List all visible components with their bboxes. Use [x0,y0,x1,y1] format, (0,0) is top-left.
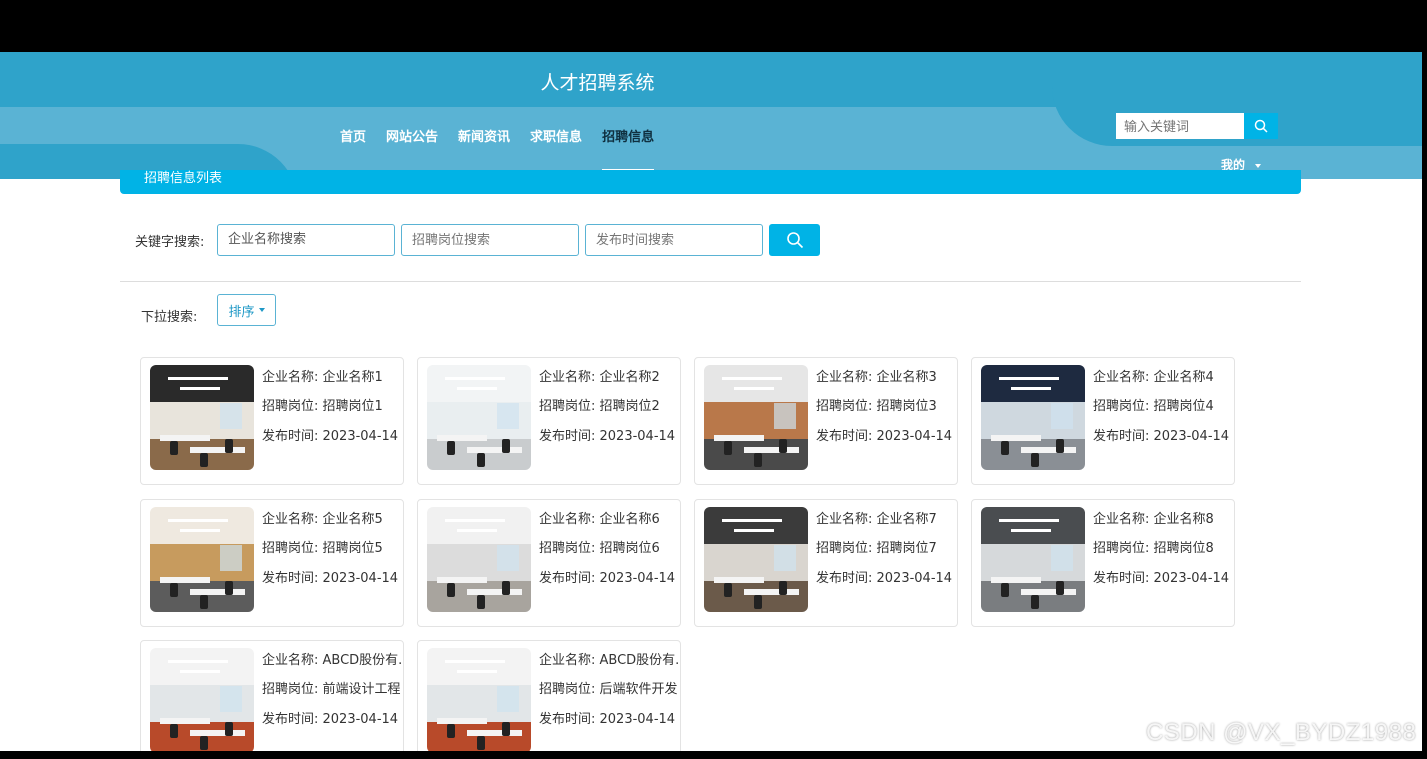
section-title-bar: 招聘信息列表 [120,170,1301,194]
nav-job-seeking[interactable]: 求职信息 [530,126,582,161]
job-position: 招聘岗位: 招聘岗位6 [539,541,660,556]
sort-label: 排序 [228,304,255,320]
office-photo [704,365,808,470]
nav-news[interactable]: 新闻资讯 [458,126,510,161]
office-photo [427,648,531,751]
company-name: 企业名称: ABCD股份有. [539,653,680,668]
office-photo [150,365,254,470]
recruitment-card[interactable]: 企业名称: 企业名称7 招聘岗位: 招聘岗位7 发布时间: 2023-04-14 [694,499,958,627]
site-title: 人才招聘系统 [540,72,655,94]
recruitment-card[interactable]: 企业名称: 企业名称2 招聘岗位: 招聘岗位2 发布时间: 2023-04-14 [417,357,681,485]
bottom-black-bar [0,751,1427,759]
recruitment-card[interactable]: 企业名称: 企业名称1 招聘岗位: 招聘岗位1 发布时间: 2023-04-14 [140,357,404,485]
recruitment-card[interactable]: 企业名称: 企业名称4 招聘岗位: 招聘岗位4 发布时间: 2023-04-14 [971,357,1235,485]
main-nav: 首页 网站公告 新闻资讯 求职信息 招聘信息 [330,126,664,171]
search-icon [1254,119,1268,133]
publish-date: 发布时间: 2023-04-14 [539,429,676,444]
company-name: 企业名称: 企业名称3 [816,370,937,385]
nav-announcements[interactable]: 网站公告 [386,126,438,161]
recruitment-card[interactable]: 企业名称: ABCD股份有. 招聘岗位: 前端设计工程 发布时间: 2023-04-… [140,640,404,751]
page: 人才招聘系统 首页 网站公告 新闻资讯 求职信息 招聘信息 我的 招聘信息列表 … [0,52,1422,751]
job-position: 招聘岗位: 招聘岗位1 [262,399,383,414]
publish-date: 发布时间: 2023-04-14 [262,429,399,444]
company-name: 企业名称: 企业名称4 [1093,370,1214,385]
company-name: 企业名称: 企业名称8 [1093,512,1214,527]
office-photo [150,648,254,751]
office-photo [427,507,531,612]
publish-date: 发布时间: 2023-04-14 [816,429,953,444]
job-position: 招聘岗位: 招聘岗位2 [539,399,660,414]
office-photo [427,365,531,470]
recruitment-card[interactable]: 企业名称: 企业名称6 招聘岗位: 招聘岗位6 发布时间: 2023-04-14 [417,499,681,627]
job-position: 招聘岗位: 招聘岗位5 [262,541,383,556]
caret-down-icon [1255,163,1262,168]
search-icon [786,232,803,249]
recruitment-card[interactable]: 企业名称: 企业名称3 招聘岗位: 招聘岗位3 发布时间: 2023-04-14 [694,357,958,485]
header-search-input[interactable] [1116,113,1244,139]
job-position: 招聘岗位: 招聘岗位8 [1093,541,1214,556]
nav-home[interactable]: 首页 [340,126,366,161]
publish-date: 发布时间: 2023-04-14 [1093,429,1230,444]
watermark: CSDN @VX_BYDZ1988 [1146,719,1417,746]
publish-date: 发布时间: 2023-04-14 [262,571,399,586]
job-position: 招聘岗位: 前端设计工程 [262,682,401,697]
sort-dropdown-button[interactable]: 排序 [217,294,276,326]
site-header: 人才招聘系统 首页 网站公告 新闻资讯 求职信息 招聘信息 我的 [0,52,1422,179]
company-name: 企业名称: 企业名称6 [539,512,660,527]
company-name: 企业名称: ABCD股份有. [262,653,403,668]
dropdown-search-label: 下拉搜索: [141,310,198,325]
date-search-input[interactable] [585,224,763,256]
office-photo [704,507,808,612]
recruitment-card[interactable]: 企业名称: ABCD股份有. 招聘岗位: 后端软件开发 发布时间: 2023-04-… [417,640,681,751]
job-position: 招聘岗位: 招聘岗位7 [816,541,937,556]
publish-date: 发布时间: 2023-04-14 [816,571,953,586]
office-photo [981,365,1085,470]
keyword-search-label: 关键字搜索: [135,235,205,250]
office-photo [981,507,1085,612]
publish-date: 发布时间: 2023-04-14 [1093,571,1230,586]
job-position: 招聘岗位: 招聘岗位3 [816,399,937,414]
publish-date: 发布时间: 2023-04-14 [539,571,676,586]
top-black-bar [0,0,1427,52]
header-search-button[interactable] [1244,113,1278,139]
nav-recruitment[interactable]: 招聘信息 [602,126,655,171]
job-position: 招聘岗位: 招聘岗位4 [1093,399,1214,414]
office-photo [150,507,254,612]
caret-down-icon [258,308,265,312]
company-name: 企业名称: 企业名称5 [262,512,383,527]
company-search-input[interactable]: 企业名称搜索 [217,224,395,256]
filter-search-button[interactable] [769,224,820,256]
recruitment-card[interactable]: 企业名称: 企业名称5 招聘岗位: 招聘岗位5 发布时间: 2023-04-14 [140,499,404,627]
position-search-input[interactable] [401,224,579,256]
job-position: 招聘岗位: 后端软件开发 [539,682,678,697]
company-name: 企业名称: 企业名称1 [262,370,383,385]
company-name: 企业名称: 企业名称7 [816,512,937,527]
publish-date: 发布时间: 2023-04-14 [539,712,676,727]
publish-date: 发布时间: 2023-04-14 [262,712,399,727]
recruitment-card[interactable]: 企业名称: 企业名称8 招聘岗位: 招聘岗位8 发布时间: 2023-04-14 [971,499,1235,627]
company-name: 企业名称: 企业名称2 [539,370,660,385]
divider [120,281,1301,282]
